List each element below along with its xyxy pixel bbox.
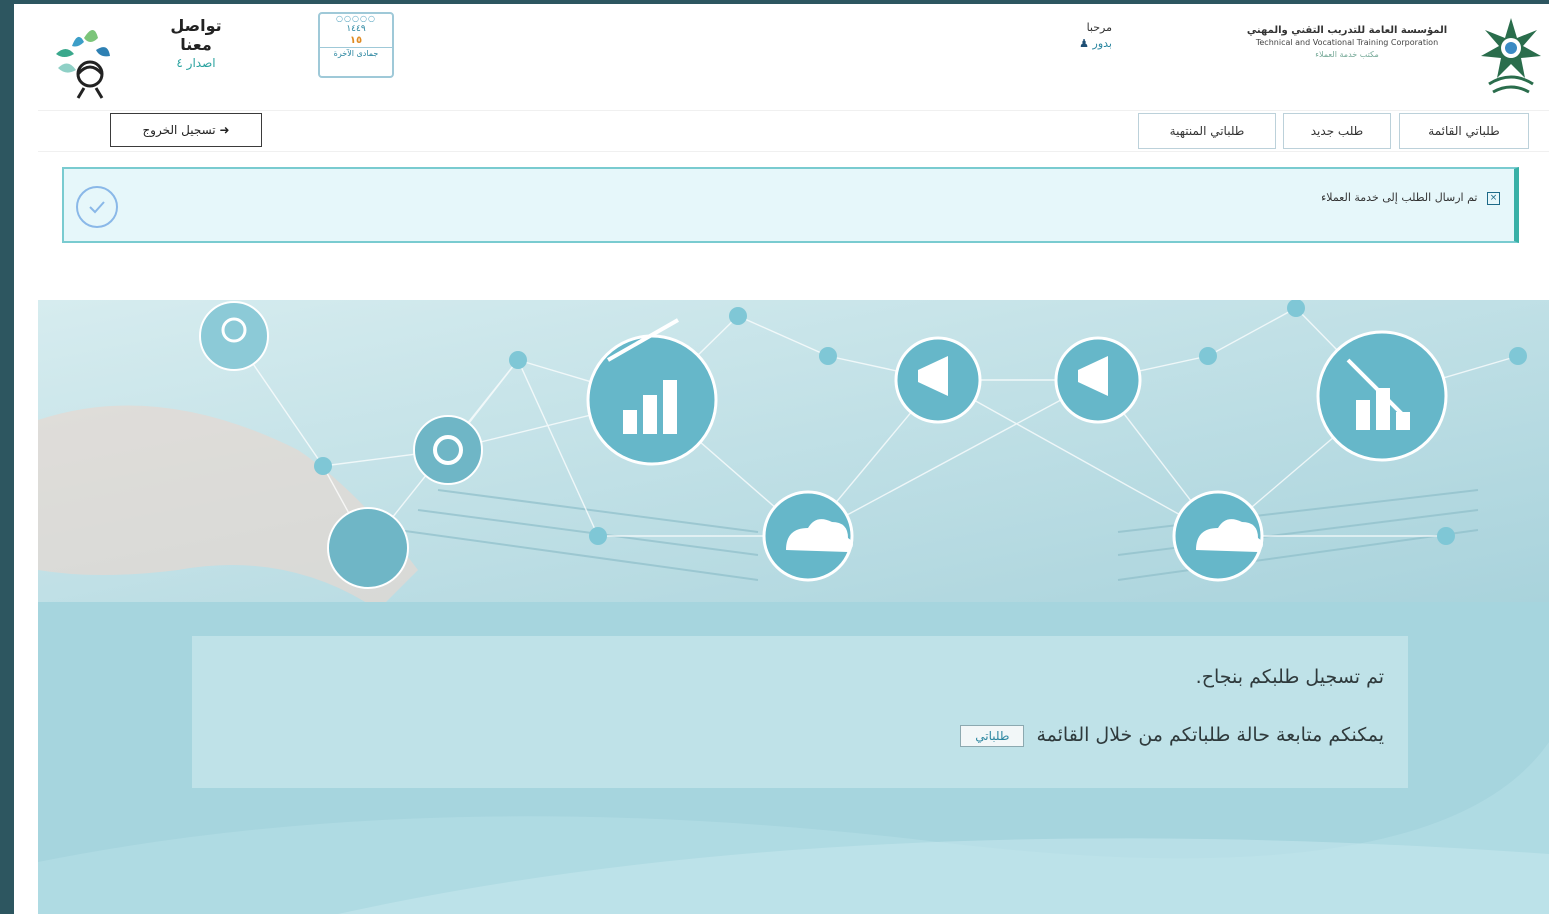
- org-name-ar: المؤسسة العامة للتدريب التقني والمهني: [1246, 25, 1448, 36]
- app-name-line2: معنا: [180, 35, 212, 54]
- org-logo: المؤسسة العامة للتدريب التقني والمهني Te…: [1229, 4, 1549, 104]
- result-message-box: تم تسجيل طلبكم بنجاح. يمكنكم متابعة حالة…: [192, 636, 1408, 788]
- success-message: تم تسجيل طلبكم بنجاح.: [1195, 666, 1384, 688]
- calendar-widget: ○○○○○ ١٤٤٩ ١٥ جمادى الآخرة: [318, 12, 394, 78]
- tab-finished-requests[interactable]: طلباتي المنتهية: [1138, 113, 1276, 149]
- app-frame: تواصل معنا اصدار ٤ ○○○○○ ١٤٤٩ ١٥ جمادى ا…: [14, 4, 1549, 914]
- alert-text: × تم ارسال الطلب إلى خدمة العملاء: [1321, 191, 1500, 205]
- alert-message: تم ارسال الطلب إلى خدمة العملاء: [1321, 191, 1478, 204]
- username: بدور: [1092, 37, 1112, 50]
- my-requests-button[interactable]: طلباتي: [960, 724, 1025, 747]
- calendar-month: جمادى الآخرة: [320, 47, 392, 60]
- logout-button[interactable]: ➜ تسجيل الخروج: [110, 113, 262, 147]
- follow-text-line: يمكنكم متابعة حالة طلباتكم من خلال القائ…: [960, 724, 1384, 747]
- contact-logo[interactable]: تواصل معنا اصدار ٤: [44, 8, 224, 104]
- main-content: تم تسجيل طلبكم بنجاح. يمكنكم متابعة حالة…: [38, 602, 1549, 914]
- org-emblem-icon: [1481, 18, 1541, 94]
- success-alert: × تم ارسال الطلب إلى خدمة العملاء: [62, 167, 1519, 243]
- app-name: تواصل معنا اصدار ٤: [156, 16, 236, 73]
- user-box: مرحبا بدور ♟: [1032, 20, 1112, 52]
- calendar-day: ١٥: [349, 35, 363, 46]
- header: تواصل معنا اصدار ٤ ○○○○○ ١٤٤٩ ١٥ جمادى ا…: [14, 4, 1549, 108]
- check-circle-icon: [76, 186, 118, 228]
- tab-new-request[interactable]: طلب جديد: [1283, 113, 1391, 149]
- org-name-en: Technical and Vocational Training Corpor…: [1255, 38, 1439, 47]
- logout-icon: ➜: [219, 123, 230, 137]
- contact-logo-icon: [56, 30, 110, 99]
- app-release: اصدار ٤: [176, 56, 216, 70]
- banner-illustration: [38, 300, 1549, 602]
- app-name-line1: تواصل: [170, 16, 222, 35]
- close-icon[interactable]: ×: [1487, 191, 1500, 205]
- tab-current-requests[interactable]: طلباتي القائمة: [1399, 113, 1529, 149]
- org-text: المؤسسة العامة للتدريب التقني والمهني Te…: [1237, 24, 1457, 62]
- calendar-year: ١٤٤٩: [346, 24, 366, 34]
- hero-banner: [38, 300, 1549, 602]
- greeting: مرحبا: [1086, 21, 1112, 34]
- org-subtitle: مكتب خدمة العملاء: [1315, 50, 1379, 59]
- calendar-icon: ○○○○○: [336, 14, 376, 23]
- nav-bar: طلباتي القائمة طلب جديد طلباتي المنتهية …: [38, 110, 1549, 152]
- logout-label: تسجيل الخروج: [142, 123, 216, 137]
- follow-text: يمكنكم متابعة حالة طلباتكم من خلال القائ…: [1036, 724, 1384, 746]
- user-icon: ♟: [1079, 37, 1090, 50]
